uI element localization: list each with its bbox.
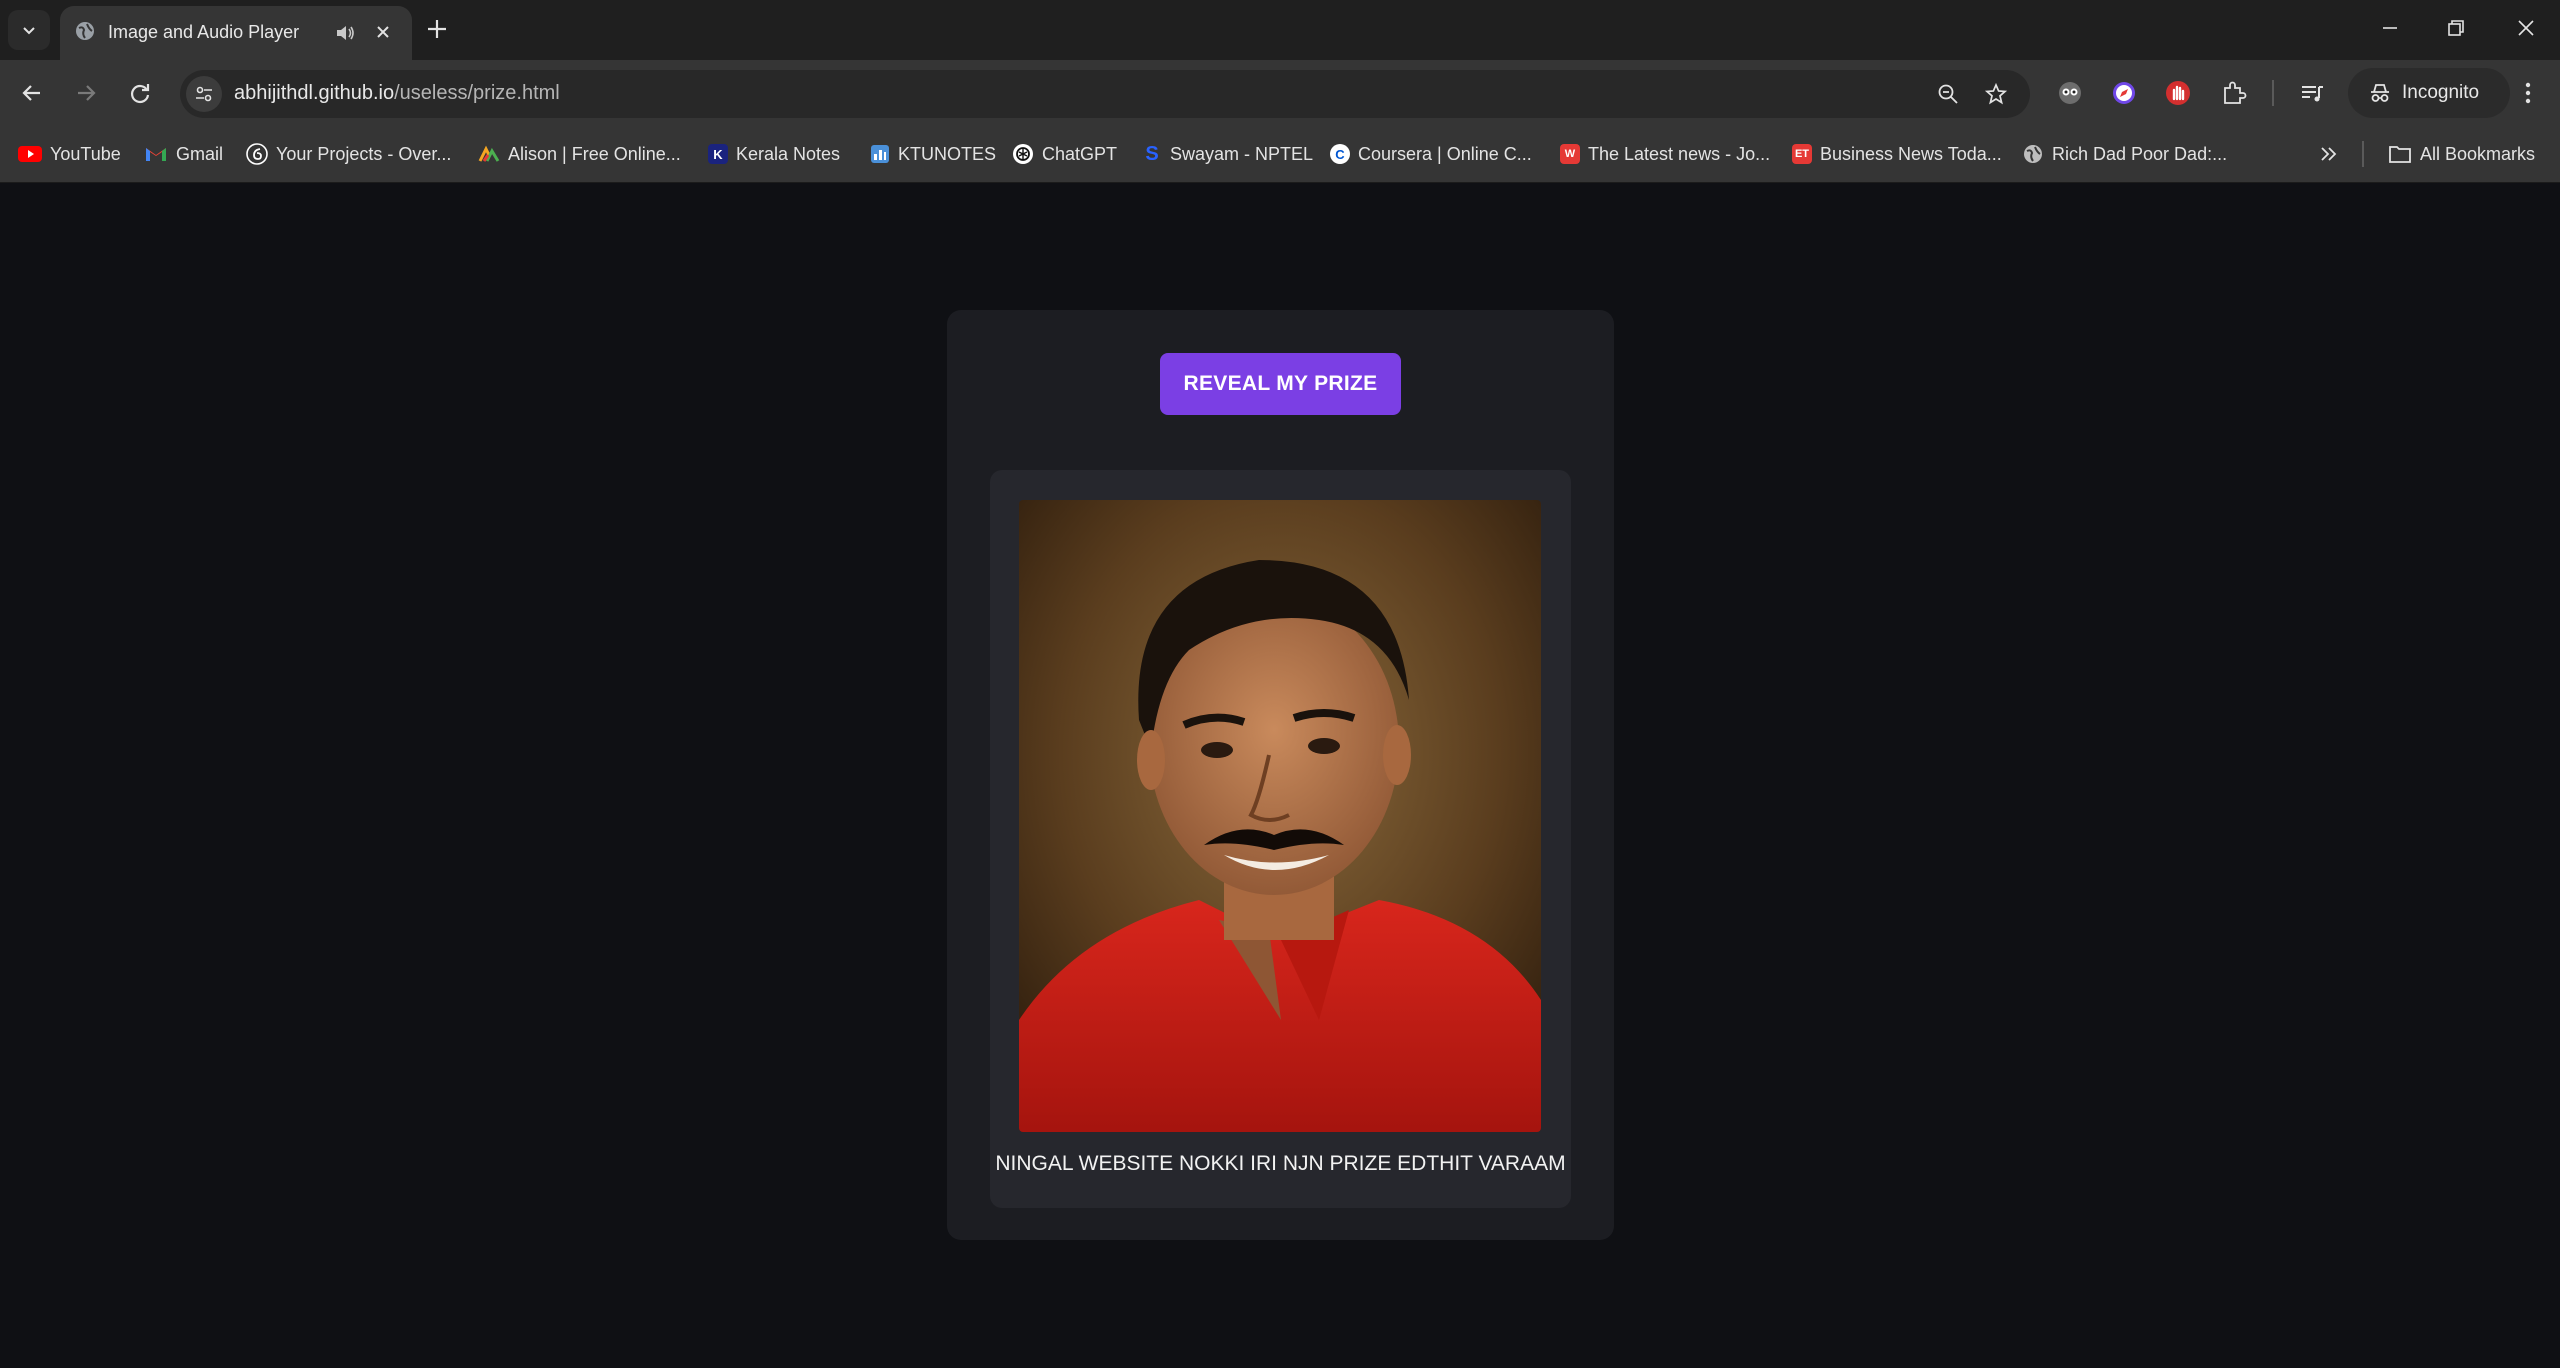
bookmark-label: Your Projects - Over...: [276, 143, 452, 164]
all-bookmarks-label: All Bookmarks: [2420, 143, 2536, 164]
url-host: abhijithdl.github.io: [234, 82, 395, 104]
toolbar-divider: [2272, 80, 2274, 106]
bookmark-ktunotes[interactable]: KTUNOTES: [870, 139, 996, 169]
alison-icon: [478, 145, 500, 162]
bookmark-label: KTUNOTES: [898, 143, 997, 164]
prize-container: NINGAL WEBSITE NOKKI IRI NJN PRIZE EDTHI…: [990, 470, 1571, 1208]
back-icon[interactable]: [18, 79, 46, 107]
extension-hand-icon[interactable]: [2164, 79, 2192, 107]
bookmark-swayam[interactable]: S Swayam - NPTEL: [1142, 139, 1313, 169]
kerala-notes-icon: K: [708, 144, 728, 164]
address-bar[interactable]: abhijithdl.github.io/useless/prize.html: [180, 70, 2030, 118]
bookmark-rich-dad[interactable]: Rich Dad Poor Dad:...: [2022, 139, 2227, 169]
extension-owl-icon[interactable]: [2056, 79, 2084, 107]
forward-icon[interactable]: [72, 79, 100, 107]
tab-search-button[interactable]: [8, 10, 50, 50]
media-queue-icon[interactable]: [2298, 79, 2326, 107]
tune-icon: [196, 86, 212, 102]
bookmark-label: ChatGPT: [1042, 143, 1118, 164]
extensions-puzzle-icon[interactable]: [2220, 79, 2248, 107]
incognito-indicator[interactable]: Incognito: [2348, 68, 2510, 118]
site-info-button[interactable]: [186, 76, 222, 112]
menu-kebab-icon[interactable]: [2514, 79, 2542, 107]
new-tab-icon[interactable]: [424, 16, 450, 42]
prize-card: REVEAL MY PRIZE NINGAL WEBSITE NOKKI IRI…: [947, 310, 1614, 1240]
star-icon[interactable]: [1984, 82, 2008, 106]
globe-icon: [2024, 145, 2042, 163]
bookmark-label: Kerala Notes: [736, 143, 841, 164]
incognito-icon: [2371, 84, 2389, 102]
browser-toolbar: abhijithdl.github.io/useless/prize.html …: [0, 60, 2560, 126]
tab-strip: Image and Audio Player: [0, 0, 2560, 60]
bookmark-your-projects[interactable]: Your Projects - Over...: [246, 139, 451, 169]
incognito-label: Incognito: [2402, 82, 2480, 103]
bookmark-label: Business News Toda...: [1820, 143, 2002, 164]
reveal-prize-button[interactable]: REVEAL MY PRIZE: [1160, 353, 1401, 415]
bookmark-business-news[interactable]: ET Business News Toda...: [1792, 139, 2002, 169]
bookmark-label: Coursera | Online C...: [1358, 143, 1532, 164]
prize-image: [1019, 500, 1541, 1132]
swayam-icon: S: [1145, 142, 1159, 165]
bookmark-gmail[interactable]: Gmail: [144, 139, 223, 169]
bookmarks-bar: YouTube Gmail Your Projects - Over... Al…: [0, 126, 2560, 183]
folder-icon: [2389, 146, 2411, 163]
news-icon: W: [1560, 144, 1580, 164]
bookmark-label: Rich Dad Poor Dad:...: [2052, 143, 2228, 164]
bookmark-coursera[interactable]: C Coursera | Online C...: [1330, 139, 1532, 169]
url-path: /useless/prize.html: [394, 82, 560, 104]
reload-icon[interactable]: [126, 79, 154, 107]
et-icon: ET: [1792, 144, 1812, 164]
bookmark-latest-news[interactable]: W The Latest news - Jo...: [1560, 139, 1770, 169]
globe-icon: [76, 22, 94, 40]
bookmark-label: Gmail: [176, 143, 224, 164]
restore-icon[interactable]: [2444, 16, 2468, 40]
bookmark-label: YouTube: [50, 143, 121, 164]
bookmarks-divider: [2362, 141, 2364, 167]
bookmark-label: Alison | Free Online...: [508, 143, 681, 164]
gmail-icon: [146, 148, 166, 161]
minimize-icon[interactable]: [2378, 16, 2402, 40]
all-bookmarks-button[interactable]: All Bookmarks: [2388, 139, 2535, 169]
chevron-down-icon: [23, 27, 35, 35]
url-text: abhijithdl.github.io/useless/prize.html: [234, 82, 560, 105]
projects-icon: [246, 143, 268, 165]
zoom-icon[interactable]: [1936, 82, 1960, 106]
extension-compass-icon[interactable]: [2110, 79, 2138, 107]
bookmark-label: Swayam - NPTEL: [1170, 143, 1314, 164]
prize-caption: NINGAL WEBSITE NOKKI IRI NJN PRIZE EDTHI…: [995, 1152, 1566, 1175]
active-tab[interactable]: Image and Audio Player: [60, 6, 412, 60]
bookmark-label: The Latest news - Jo...: [1588, 143, 1771, 164]
bookmark-kerala-notes[interactable]: K Kerala Notes: [708, 139, 840, 169]
bookmark-youtube[interactable]: YouTube: [18, 139, 121, 169]
bookmark-alison[interactable]: Alison | Free Online...: [478, 139, 681, 169]
close-tab-icon[interactable]: [372, 21, 394, 43]
chatgpt-icon: [1013, 144, 1033, 164]
portrait-photo: [1019, 500, 1541, 1132]
bookmark-chatgpt[interactable]: ChatGPT: [1012, 139, 1117, 169]
ktunotes-icon: [871, 145, 889, 163]
coursera-icon: C: [1330, 144, 1350, 164]
youtube-icon: [18, 146, 42, 162]
window-close-icon[interactable]: [2514, 16, 2538, 40]
more-bookmarks-icon[interactable]: [2318, 143, 2340, 165]
tab-title: Image and Audio Player: [108, 22, 300, 42]
speaker-icon[interactable]: [334, 22, 356, 44]
